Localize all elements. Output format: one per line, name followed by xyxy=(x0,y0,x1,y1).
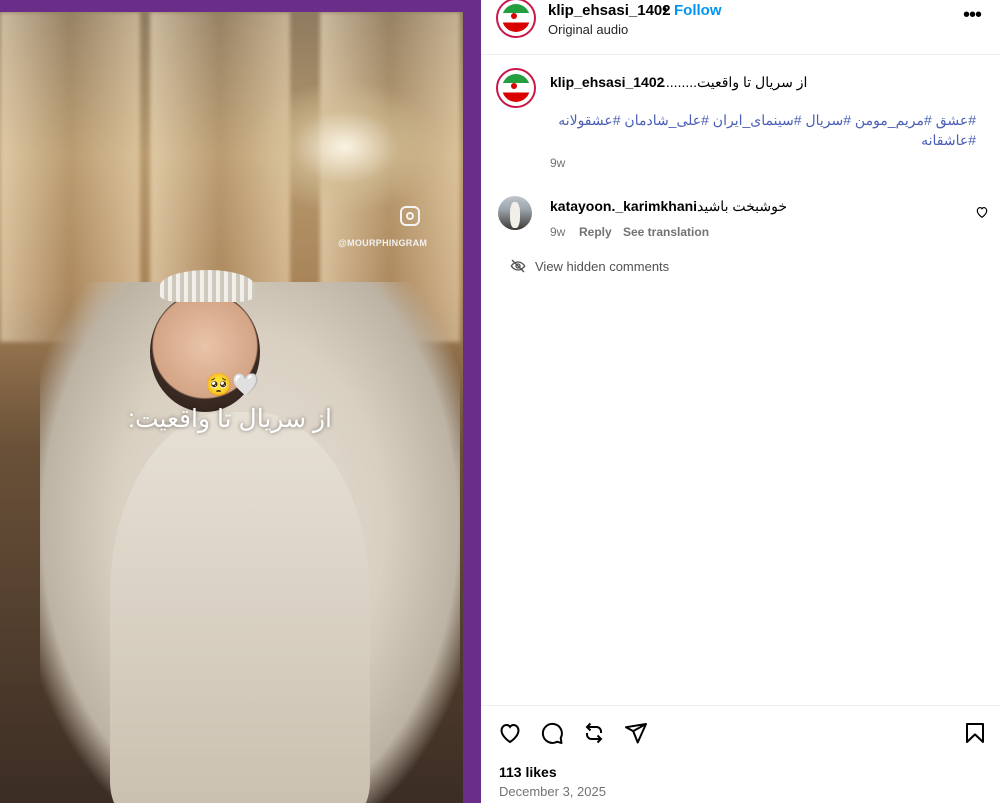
send-icon[interactable] xyxy=(624,721,648,745)
comment-age: 9w xyxy=(550,225,566,239)
eye-off-icon xyxy=(510,259,526,273)
actions-divider xyxy=(481,705,1000,706)
overlay-text: از سریال تا واقعیت: xyxy=(128,405,332,433)
caption-text: از سریال تا واقعیت......... xyxy=(662,74,808,90)
caption-avatar[interactable] xyxy=(496,68,536,108)
bridal-crown xyxy=(160,270,255,302)
comment-text: خوشبخت باشید xyxy=(697,198,787,214)
reply-button[interactable]: Reply xyxy=(579,225,612,239)
bride-dress xyxy=(110,412,370,803)
repost-icon[interactable] xyxy=(582,721,606,745)
emblem-icon xyxy=(511,13,517,19)
header-divider xyxy=(481,54,1000,55)
chandelier xyxy=(250,82,440,212)
overlay-emoji: 🥺🤍 xyxy=(205,372,260,397)
watermark: @MOURPHINGRAM xyxy=(338,238,428,248)
commenter-avatar[interactable] xyxy=(498,196,532,230)
more-options-icon[interactable]: ••• xyxy=(963,4,982,27)
comment-icon[interactable] xyxy=(540,721,564,745)
caption-username[interactable]: klip_ehsasi_1402 xyxy=(550,74,664,90)
comment-like-icon[interactable] xyxy=(975,205,989,219)
comment-username[interactable]: katayoon._karimkhani xyxy=(550,198,697,214)
post-date: December 3, 2025 xyxy=(499,784,606,799)
caption-age: 9w xyxy=(550,156,566,170)
emblem-icon xyxy=(511,83,517,89)
separator-dot: • xyxy=(662,1,668,18)
view-hidden-comments[interactable]: View hidden comments xyxy=(535,259,669,274)
likes-count[interactable]: 113 likes xyxy=(499,764,557,780)
follow-button[interactable]: Follow xyxy=(674,2,722,19)
audio-label[interactable]: Original audio xyxy=(548,22,628,37)
instagram-icon xyxy=(400,206,420,226)
heart-icon[interactable] xyxy=(498,721,522,745)
see-translation-button[interactable]: See translation xyxy=(623,225,709,239)
bookmark-icon[interactable] xyxy=(963,721,987,745)
author-username[interactable]: klip_ehsasi_1402 xyxy=(548,2,671,19)
caption-hashtags[interactable]: #عشق #مریم_مومن #سریال #سینمای_ایران #عل… xyxy=(548,110,976,150)
